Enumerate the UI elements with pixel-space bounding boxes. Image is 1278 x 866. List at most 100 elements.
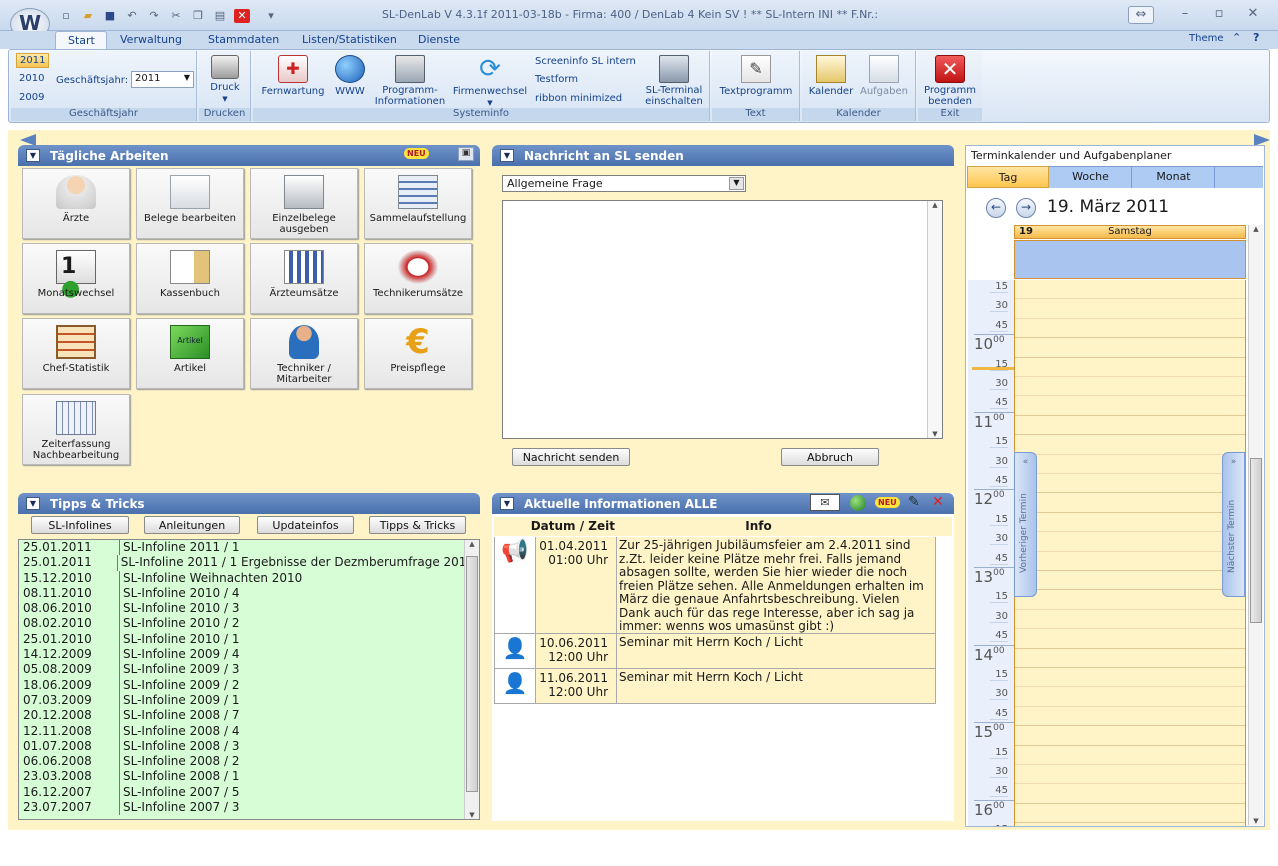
- textprogramm-button[interactable]: ✎ Textprogramm: [714, 55, 798, 97]
- time-slot[interactable]: [1015, 746, 1245, 765]
- tile-artikel[interactable]: Artikel Artikel: [136, 318, 244, 389]
- info-row[interactable]: 👤 11.06.2011 12:00 Uhr Seminar mit Herrn Ko…: [494, 669, 936, 704]
- tips-row[interactable]: 23.07.2007 SL-Infoline 2007 / 3: [19, 800, 466, 816]
- maximize-icon[interactable]: ▫: [1206, 6, 1232, 24]
- message-type-select[interactable]: Allgemeine Frage ▼: [502, 175, 746, 192]
- tips-row[interactable]: 12.11.2008 SL-Infoline 2008 / 4: [19, 723, 466, 739]
- tile-chef-statistik[interactable]: Chef-Statistik: [22, 318, 130, 389]
- delete-icon[interactable]: ✕: [932, 494, 944, 510]
- next-appointment-button[interactable]: » Nächster Termin: [1222, 452, 1245, 597]
- tab-tag[interactable]: Tag: [967, 166, 1049, 188]
- testform-button[interactable]: Testform: [535, 74, 578, 85]
- collapse-ribbon-icon[interactable]: ⌃: [1232, 31, 1241, 44]
- save-icon[interactable]: ■: [102, 9, 118, 23]
- screeninfo-button[interactable]: Screeninfo SL intern: [535, 56, 636, 67]
- time-slot[interactable]: [1015, 707, 1245, 727]
- tile-aerzte[interactable]: Ärzte: [22, 168, 130, 239]
- tips-row[interactable]: 06.06.2008 SL-Infoline 2008 / 2: [19, 754, 466, 770]
- time-slot[interactable]: [1015, 299, 1245, 319]
- tips-row[interactable]: 01.07.2008 SL-Infoline 2008 / 3: [19, 738, 466, 755]
- time-slot[interactable]: [1015, 629, 1245, 649]
- settings-icon[interactable]: ▣: [458, 147, 474, 161]
- next-day-icon[interactable]: →: [1016, 198, 1036, 218]
- tab-dienste[interactable]: Dienste: [406, 31, 472, 49]
- new-file-icon[interactable]: ▫: [58, 9, 74, 23]
- fiscal-year-select[interactable]: 2011 ▼: [131, 71, 194, 88]
- undo-icon[interactable]: ↶: [124, 9, 140, 23]
- tips-row[interactable]: 16.12.2007 SL-Infoline 2007 / 5: [19, 784, 466, 801]
- tab-verwaltung[interactable]: Verwaltung: [108, 31, 194, 49]
- www-button[interactable]: WWW: [330, 55, 370, 97]
- ribbon-minimized-button[interactable]: ribbon minimized: [535, 93, 622, 104]
- tile-technikerumsaetze[interactable]: Technikerumsätze: [364, 243, 472, 314]
- tips-row[interactable]: 05.08.2009 SL-Infoline 2009 / 3: [19, 662, 466, 678]
- tips-row[interactable]: 08.02.2010 SL-Infoline 2010 / 2: [19, 616, 466, 632]
- time-slot[interactable]: [1015, 493, 1245, 513]
- time-slot[interactable]: [1015, 513, 1245, 533]
- send-message-button[interactable]: Nachricht senden: [512, 448, 630, 466]
- time-slot[interactable]: [1015, 610, 1245, 630]
- help-icon[interactable]: ?: [1253, 31, 1259, 44]
- tips-row[interactable]: 18.06.2009 SL-Infoline 2009 / 2: [19, 677, 466, 693]
- globe-icon[interactable]: [850, 495, 866, 511]
- tile-monatswechsel[interactable]: 1 ● Monatswechsel: [22, 243, 130, 314]
- time-slot[interactable]: [1015, 726, 1245, 746]
- time-slot[interactable]: [1015, 649, 1245, 668]
- tile-belege-bearbeiten[interactable]: Belege bearbeiten: [136, 168, 244, 239]
- time-slot[interactable]: [1015, 532, 1245, 552]
- tips-row[interactable]: 20.12.2008 SL-Infoline 2008 / 7: [19, 708, 466, 724]
- time-slot[interactable]: [1015, 668, 1245, 688]
- aufgaben-button[interactable]: Aufgaben: [858, 55, 910, 97]
- theme-menu[interactable]: Theme: [1189, 33, 1224, 44]
- time-slot[interactable]: [1015, 823, 1245, 826]
- year-2009[interactable]: 2009: [16, 91, 47, 104]
- time-slot[interactable]: [1015, 571, 1245, 591]
- anleitungen-button[interactable]: Anleitungen: [144, 516, 240, 534]
- tile-einzelbelege[interactable]: Einzelbelege ausgeben: [250, 168, 358, 239]
- time-slot[interactable]: [1015, 590, 1245, 610]
- customize-quick-access-icon[interactable]: ▾: [263, 9, 279, 23]
- time-slot[interactable]: [1015, 338, 1245, 358]
- tips-row[interactable]: 07.03.2009 SL-Infoline 2009 / 1: [19, 692, 466, 709]
- copy-icon[interactable]: ❐: [190, 9, 206, 23]
- message-textarea[interactable]: ▲ ▼: [502, 200, 943, 439]
- paste-icon[interactable]: ▤: [212, 9, 228, 23]
- time-slot[interactable]: [1015, 377, 1245, 397]
- tips-row[interactable]: 23.03.2008 SL-Infoline 2008 / 1: [19, 769, 466, 785]
- info-row[interactable]: 👤 10.06.2011 12:00 Uhr Seminar mit Herrn Ko…: [494, 634, 936, 669]
- scroll-thumb[interactable]: [1250, 458, 1262, 623]
- edit-icon[interactable]: ✎: [908, 494, 920, 510]
- open-folder-icon[interactable]: ▰: [80, 9, 96, 23]
- restore-ribbon-icon[interactable]: ⇔: [1128, 6, 1154, 24]
- program-info-button[interactable]: Programm- Informationen: [372, 55, 448, 107]
- calendar-scrollbar[interactable]: ▲ ▼: [1248, 225, 1263, 825]
- prev-day-icon[interactable]: ←: [986, 198, 1006, 218]
- scroll-thumb[interactable]: [466, 556, 478, 792]
- tile-aerzteumsaetze[interactable]: Ärzteumsätze: [250, 243, 358, 314]
- tab-woche[interactable]: Woche: [1050, 166, 1132, 188]
- time-slot[interactable]: [1015, 765, 1245, 785]
- cancel-button[interactable]: Abbruch: [781, 448, 879, 466]
- sl-infolines-button[interactable]: SL-Infolines: [31, 516, 129, 534]
- sl-terminal-button[interactable]: SL-Terminal einschalten: [640, 55, 708, 107]
- time-slot[interactable]: [1015, 319, 1245, 339]
- tips-row[interactable]: 08.06.2010 SL-Infoline 2010 / 3: [19, 601, 466, 617]
- print-button[interactable]: Druck ▼: [201, 55, 249, 105]
- day-grid[interactable]: [1014, 280, 1246, 826]
- tile-techniker-mitarbeiter[interactable]: Techniker / Mitarbeiter: [250, 318, 358, 389]
- info-row[interactable]: 📢 01.04.2011 01:00 Uhr Zur 25-jährigen Jubi…: [494, 537, 936, 634]
- message-scrollbar[interactable]: ▲ ▼: [927, 201, 942, 438]
- tips-row[interactable]: 25.01.2010 SL-Infoline 2010 / 1: [19, 631, 466, 648]
- collapse-chevron-icon[interactable]: ▼: [500, 497, 514, 510]
- year-2010[interactable]: 2010: [16, 72, 47, 85]
- time-slot[interactable]: [1015, 416, 1245, 436]
- tab-stammdaten[interactable]: Stammdaten: [196, 31, 291, 49]
- time-slot[interactable]: [1015, 358, 1245, 377]
- tile-sammelaufstellung[interactable]: Sammelaufstellung: [364, 168, 472, 239]
- collapse-chevron-icon[interactable]: ▼: [26, 497, 40, 510]
- tips-row[interactable]: 08.11.2010 SL-Infoline 2010 / 4: [19, 585, 466, 602]
- tips-row[interactable]: 14.12.2009 SL-Infoline 2009 / 4: [19, 647, 466, 663]
- year-2011[interactable]: 2011: [16, 53, 50, 68]
- kalender-button[interactable]: Kalender: [806, 55, 856, 97]
- collapse-chevron-icon[interactable]: ▼: [500, 149, 514, 162]
